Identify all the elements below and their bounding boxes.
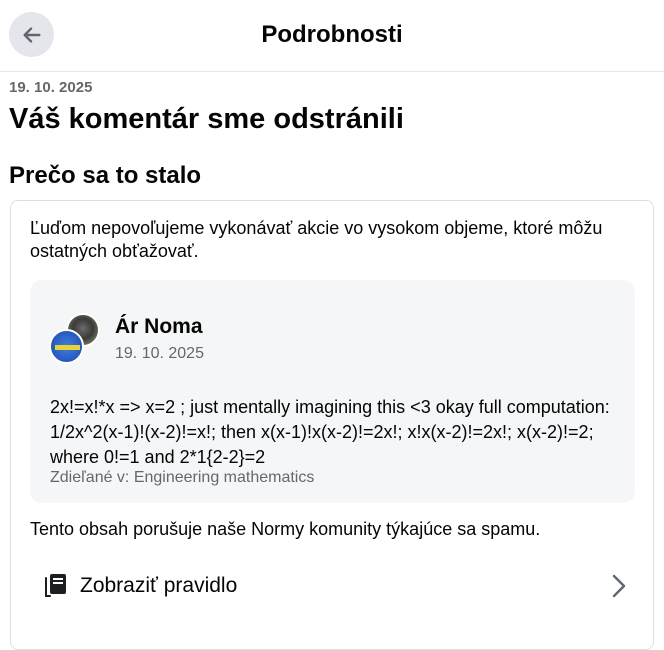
- reason-card: Ľuďom nepovoľujeme vykonávať akcie vo vy…: [10, 200, 654, 650]
- reason-intro: Ľuďom nepovoľujeme vykonávať akcie vo vy…: [30, 218, 603, 261]
- book-icon: [45, 574, 66, 597]
- policy-violation-text: Tento obsah porušuje naše Normy komunity…: [30, 519, 541, 539]
- top-bar: Podrobnosti: [0, 0, 664, 72]
- comment-author[interactable]: Ár Noma: [115, 315, 203, 339]
- shared-in-label: Zdieľané v: Engineering mathematics: [50, 469, 315, 486]
- comment-text: 2x!=x!*x => x=2 ; just mentally imaginin…: [50, 397, 610, 467]
- reason-heading: Prečo sa to stalo: [9, 162, 202, 189]
- removed-comment-preview: Ár Noma 19. 10. 2025 2x!=x!*x => x=2 ; j…: [30, 280, 635, 503]
- notice-title: Váš komentár sme odstránili: [9, 103, 404, 135]
- avatar[interactable]: [49, 313, 101, 367]
- notice-date: 19. 10. 2025: [9, 79, 93, 96]
- profile-photo-front: [49, 329, 84, 364]
- chevron-right-icon: [612, 574, 626, 598]
- comment-date: 19. 10. 2025: [115, 345, 204, 362]
- view-rule-label: Zobraziť pravidlo: [80, 574, 238, 597]
- page-title: Podrobnosti: [261, 21, 403, 48]
- view-rule-button[interactable]: Zobraziť pravidlo: [30, 561, 630, 611]
